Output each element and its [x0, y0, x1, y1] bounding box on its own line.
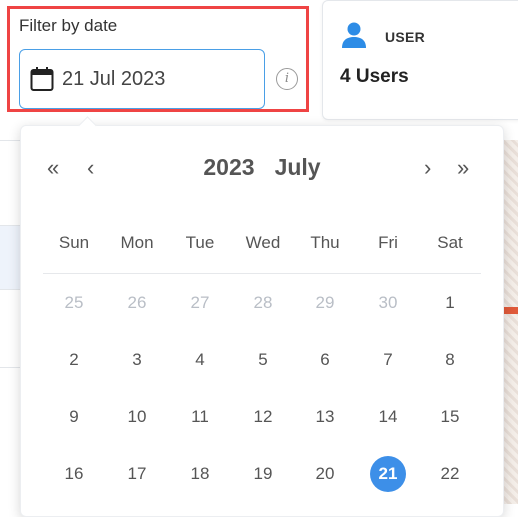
day-cell[interactable]: 11 [182, 399, 218, 435]
day-cell[interactable]: 14 [370, 399, 406, 435]
user-card-label: USER [385, 29, 426, 45]
calendar-popup: « ‹ 2023 July › » Sun Mon Tue Wed Thu Fri Sat 2… [20, 116, 504, 517]
day-cell[interactable]: 22 [432, 456, 468, 492]
weekday-thu: Thu [310, 233, 340, 252]
calendar-month[interactable]: July [275, 154, 321, 180]
calendar-icon [30, 67, 54, 91]
day-cell[interactable]: 30 [370, 285, 406, 321]
day-cell[interactable]: 16 [56, 456, 92, 492]
user-icon [342, 22, 366, 48]
weekday-fri: Fri [378, 233, 398, 252]
day-cell[interactable]: 9 [56, 399, 92, 435]
day-cell[interactable]: 18 [182, 456, 218, 492]
day-cell[interactable]: 27 [182, 285, 218, 321]
background-divider [0, 225, 20, 226]
weekday-mon: Mon [120, 233, 154, 252]
date-picker-input[interactable]: 21 Jul 2023 [19, 49, 265, 109]
day-cell[interactable]: 1 [432, 285, 468, 321]
day-cell[interactable]: 12 [245, 399, 281, 435]
calendar-year[interactable]: 2023 [203, 154, 254, 180]
next-year-button[interactable]: » [457, 156, 469, 180]
day-cell[interactable]: 8 [432, 342, 468, 378]
day-cell[interactable]: 7 [370, 342, 406, 378]
day-cell[interactable]: 5 [245, 342, 281, 378]
day-cell[interactable]: 15 [432, 399, 468, 435]
filter-by-date-label: Filter by date [19, 16, 118, 35]
popup-pointer [78, 116, 97, 135]
day-cell[interactable]: 4 [182, 342, 218, 378]
day-cell[interactable]: 17 [119, 456, 155, 492]
day-cell[interactable]: 28 [245, 285, 281, 321]
day-cell[interactable]: 3 [119, 342, 155, 378]
day-cell[interactable]: 6 [307, 342, 343, 378]
user-stat-card: USER 4 Users [322, 0, 518, 120]
day-cell[interactable]: 25 [56, 285, 92, 321]
day-cell[interactable]: 20 [307, 456, 343, 492]
background-divider [0, 367, 20, 368]
day-cell[interactable]: 26 [119, 285, 155, 321]
next-month-button[interactable]: › [424, 156, 431, 180]
info-icon[interactable]: i [276, 68, 298, 90]
weekday-tue: Tue [185, 233, 215, 252]
day-cell[interactable]: 10 [119, 399, 155, 435]
day-cell-selected[interactable]: 21 [370, 456, 406, 492]
calendar-divider [43, 273, 481, 274]
day-cell[interactable]: 29 [307, 285, 343, 321]
background-divider [0, 140, 20, 141]
weekday-sat: Sat [437, 233, 463, 252]
weekday-wed: Wed [245, 233, 281, 252]
weekday-sun: Sun [58, 233, 90, 252]
selected-date-value: 21 Jul 2023 [62, 68, 166, 90]
user-count: 4 Users [340, 66, 409, 87]
background-divider [0, 289, 20, 290]
day-cell[interactable]: 2 [56, 342, 92, 378]
background-row-highlight [0, 225, 20, 289]
day-cell[interactable]: 19 [245, 456, 281, 492]
day-cell[interactable]: 13 [307, 399, 343, 435]
